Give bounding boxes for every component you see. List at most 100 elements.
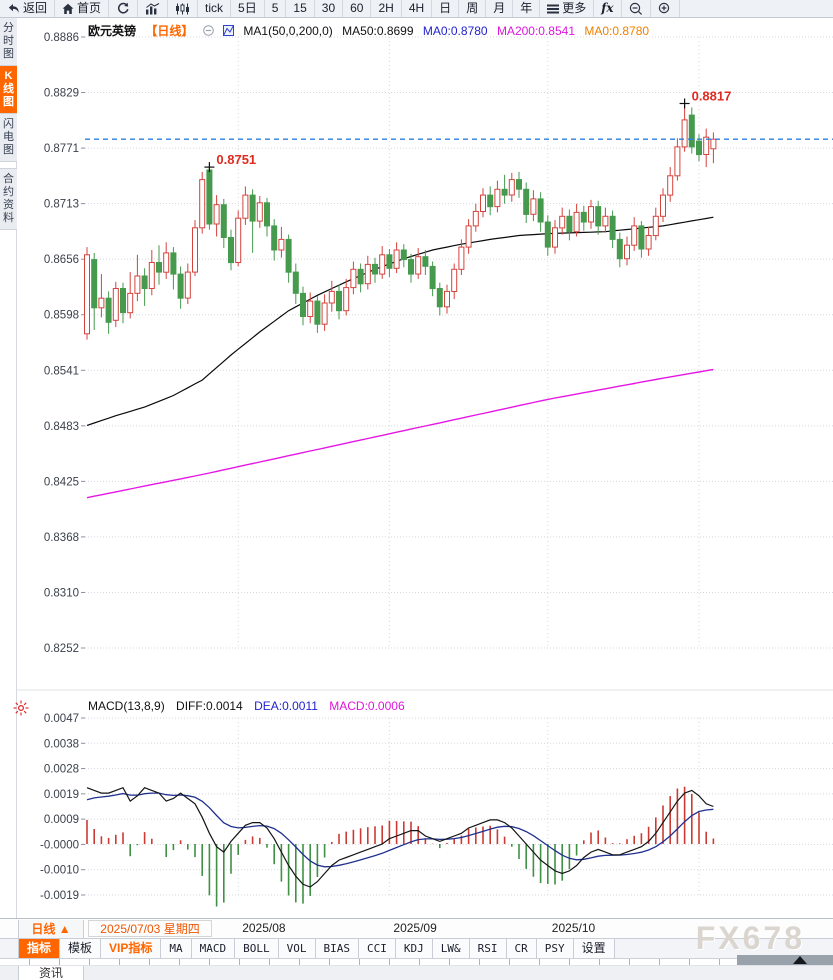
svg-text:0.8656: 0.8656 [44,254,79,266]
indicator-settings-sun-icon[interactable] [13,700,29,721]
diff-line [86,786,714,888]
period-5m-button[interactable]: 5 [265,0,287,17]
svg-text:0.0047: 0.0047 [44,713,79,725]
collapse-icon[interactable] [202,24,214,38]
indicator-tab-vol[interactable]: VOL [278,939,316,958]
period-2h-button-label: 2H [378,1,394,15]
period-4h-button-label: 4H [408,1,425,15]
price-chart-svg[interactable]: 0.8886 0.8829 0.8771 0.8713 0.8656 0.8598 0.85… [0,18,833,918]
dea-line [86,792,714,868]
period-30m-button-label: 30 [321,1,336,15]
svg-text:0.0019: 0.0019 [44,789,79,801]
indicator-tab-macd[interactable]: MACD [191,939,236,958]
macd-macd-value: MACD:0.0006 [329,699,405,713]
candles-icon [175,3,190,15]
more-button[interactable]: 更多 [540,0,595,17]
period-30m-button[interactable]: 30 [315,0,344,17]
indicator-tab-ma[interactable]: MA [161,939,192,958]
svg-text:0.8829: 0.8829 [44,88,79,100]
ma-chart-type-icon[interactable] [223,24,235,38]
indicator-tab-kdj[interactable]: KDJ [395,939,433,958]
period-year-button[interactable]: 年 [513,0,541,17]
bottom-bar: 资讯 [0,966,833,980]
sidebar-tab-contract-info[interactable]: 合约资料 [0,168,17,230]
indicator-tab-indicator[interactable]: 指标 [18,939,61,958]
formula-button[interactable]: fx [594,0,622,17]
period-15m-button[interactable]: 15 [286,0,315,17]
sidebar-tab-time-chart[interactable]: 分时图 [0,18,17,66]
symbol-name: 欧元英镑 [88,24,137,38]
period-selector[interactable]: 日线 ▲ [18,920,84,938]
back-button-label: 返回 [23,1,48,15]
panel-splitter[interactable] [0,958,833,966]
month-axis-label: 2025/09 [393,921,437,935]
month-axis-label: 2025/08 [242,921,286,935]
svg-text:0.8252: 0.8252 [44,643,79,655]
svg-text:0.8598: 0.8598 [44,310,79,322]
refresh-button[interactable] [109,0,139,17]
period-day-button[interactable]: 日 [432,0,460,17]
period-label: 【日线】 [145,24,194,38]
ma0-orange-value: MA0:0.8780 [584,24,650,38]
svg-text:-0.0010: -0.0010 [40,865,79,877]
period-5d-button-label: 5日 [238,1,257,15]
svg-text:0.8751: 0.8751 [216,152,256,167]
news-tab[interactable]: 资讯 [18,966,84,980]
svg-text:0.8886: 0.8886 [44,32,79,44]
indicator-tab-cr[interactable]: CR [506,939,537,958]
indicator-tab-vip[interactable]: VIP指标 [101,939,162,958]
indicator-tab-lw[interactable]: LW& [432,939,470,958]
indicator-tab-psy[interactable]: PSY [536,939,574,958]
svg-text:0.8541: 0.8541 [44,365,79,377]
svg-text:0.8817: 0.8817 [692,88,732,103]
indicator-tab-boll[interactable]: BOLL [235,939,279,958]
period-year-button-label: 年 [520,1,533,15]
period-60m-button-label: 60 [350,1,364,15]
zoomin-icon [658,2,672,15]
first-date-label: 2025/07/03 星期四 [88,920,212,937]
ma200-value: MA200:0.8541 [496,24,575,38]
indicator-tab-cci[interactable]: CCI [359,939,396,958]
period-5d-button[interactable]: 5日 [231,0,265,17]
indicator-tab-template[interactable]: 模板 [60,939,102,958]
macd-dea-value: DEA:0.0011 [254,699,318,713]
candlestick-mode-button[interactable] [168,0,199,17]
tick-mode-button-label: tick [205,1,224,15]
indicator-tab-settings[interactable]: 设置 [573,939,615,958]
macd-title: MACD(13,8,9) [88,699,165,713]
svg-text:0.8713: 0.8713 [44,199,79,211]
trading-app-window: 返回 首页 tick 5日 5 15 30 60 2H 4H 日周月年 更多 fx 分时图 K线图 闪电图合… [0,0,833,980]
formula-button-label: fx [601,1,614,15]
home-button[interactable]: 首页 [55,0,110,17]
zoom-out-button[interactable] [622,0,651,17]
indicator-tab-rsi[interactable]: RSI [469,939,507,958]
chart-mode-sidebar: 分时图 K线图 闪电图合约资料 [0,18,17,918]
sidebar-tab-kline[interactable]: K线图 [0,66,17,114]
svg-text:-0.0000: -0.0000 [40,839,79,851]
indicator-tab-bias[interactable]: BIAS [315,939,359,958]
svg-text:0.0028: 0.0028 [44,764,79,776]
scroll-handle[interactable] [737,955,833,965]
zoom-in-button[interactable] [651,0,680,17]
menu-icon [547,4,560,14]
back-button[interactable]: 返回 [0,0,56,17]
period-60m-button[interactable]: 60 [343,0,372,17]
tick-mode-button[interactable]: tick [198,0,232,17]
period-15m-button-label: 15 [293,1,307,15]
period-4h-button[interactable]: 4H [402,0,433,17]
svg-text:0.8425: 0.8425 [44,476,79,488]
period-week-button[interactable]: 周 [459,0,487,17]
scroll-up-arrow-icon[interactable] [793,956,807,964]
svg-text:0.0009: 0.0009 [44,814,79,826]
svg-text:0.8368: 0.8368 [44,532,79,544]
month-axis-label: 2025/10 [551,921,596,935]
barchart-icon [145,2,160,15]
zoomout-icon [629,2,643,15]
ma50-value: MA50:0.8699 [342,24,414,38]
sidebar-tab-lightning[interactable]: 闪电图 [0,114,17,162]
svg-text:0.8310: 0.8310 [44,587,79,599]
bar-chart-mode-button[interactable] [138,0,169,17]
period-month-button[interactable]: 月 [486,0,514,17]
more-button-label: 更多 [562,1,587,15]
period-2h-button[interactable]: 2H [371,0,402,17]
